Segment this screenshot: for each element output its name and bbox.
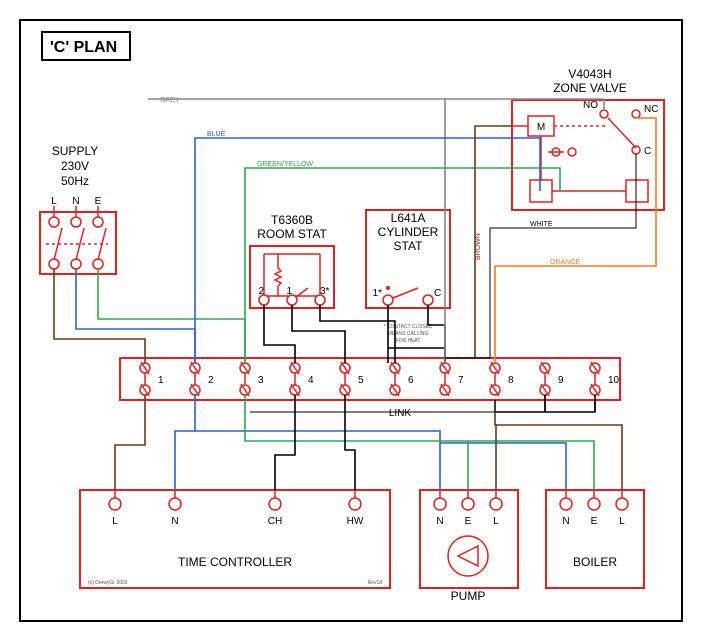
boiler-E: E [591,516,598,527]
supply-freq: 50Hz [61,174,89,188]
timectrl-rev: Rev1d [368,580,383,586]
supply-top-N [71,217,81,227]
wiring-diagram: 'C' PLAN SUPPLY 230V 50Hz L N E T6360B R… [0,0,702,641]
roomstat-t3: 3* [320,286,330,297]
supply-label: SUPPLY [52,144,98,158]
title-text: 'C' PLAN [50,39,117,56]
supply-bot-N [71,259,81,269]
junction-7: 7 [458,375,464,386]
supply-top-L [49,217,59,227]
pump-N: N [436,516,443,527]
wire-brown-label: BROWN [475,233,482,260]
cylstat-note3: FOR HEAT [396,338,421,344]
timectrl-copy: (c) DerwyGr 2003 [88,580,128,586]
roomstat-t2: 2 [258,286,264,297]
pump-L: L [493,516,499,527]
boiler-label: BOILER [573,555,617,569]
wire-orange-label: ORANGE [550,259,581,266]
timectrl-CH: CH [268,516,282,527]
junction-6: 6 [408,375,414,386]
zonevalve-model: V4043H [568,67,611,81]
supply-N: N [72,196,79,207]
roomstat-model: T6360B [271,213,313,227]
zonevalve-C: C [644,146,651,157]
timectrl-N: N [171,516,178,527]
roomstat-t1: 1 [286,286,292,297]
zonevalve-label: ZONE VALVE [553,81,627,95]
junction-4: 4 [308,375,314,386]
zonevalve-NO: NO [583,100,598,111]
junction-1: 1 [158,375,164,386]
zonevalve-M: M [537,122,545,133]
pump-label: PUMP [451,589,486,603]
junction-5: 5 [358,375,364,386]
boiler-N: N [562,516,569,527]
supply-bot-L [49,259,59,269]
timectrl-label: TIME CONTROLLER [178,555,292,569]
junction-10: 10 [608,375,620,386]
cylstat-t1: 1* [373,288,383,299]
cylstat-tC: C [434,288,441,299]
boiler-L: L [619,516,625,527]
timectrl-L: L [112,516,118,527]
cylstat-note2: MEANS CALLING [388,331,429,337]
timectrl-HW: HW [347,516,364,527]
wire-grey-label: GREY [160,97,180,104]
junction-9: 9 [558,375,564,386]
supply-E: E [95,196,102,207]
junction-8: 8 [508,375,514,386]
wire-gy-label: GREEN/YELLOW [257,161,313,168]
cylstat-label2: STAT [394,239,424,253]
junction-2: 2 [208,375,214,386]
cylstat-label1: CYLINDER [378,225,439,239]
supply-bot-E [93,259,103,269]
cylstat-model: L641A [391,211,426,225]
supply-L: L [51,196,57,207]
cylstat-note1: * CONTACT CLOSED [384,324,433,330]
junction-3: 3 [258,375,264,386]
pump-E: E [465,516,472,527]
roomstat-label: ROOM STAT [257,227,327,241]
supply-top-E [93,217,103,227]
wire-white-label: WHITE [530,221,553,228]
wire-blue-label: BLUE [207,131,226,138]
supply-voltage: 230V [61,159,89,173]
link-label: LINK [389,408,412,419]
zonevalve-NC: NC [644,104,658,115]
